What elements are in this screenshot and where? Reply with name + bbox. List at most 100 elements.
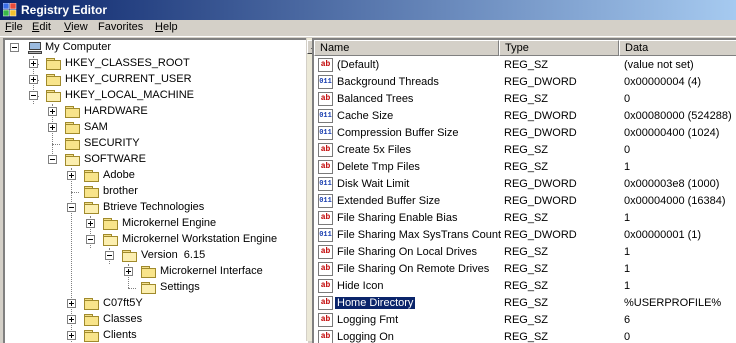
value-data: 1 xyxy=(624,161,631,173)
expand-icon[interactable] xyxy=(67,315,76,324)
menu-file[interactable]: File xyxy=(5,21,23,33)
value-type: REG_SZ xyxy=(504,263,549,275)
tree-item-sam[interactable]: SAM xyxy=(5,120,305,136)
expand-icon[interactable] xyxy=(86,219,95,228)
string-value-icon: ab xyxy=(318,143,333,157)
string-value-icon: ab xyxy=(318,245,333,259)
column-header-data[interactable]: Data xyxy=(619,40,736,56)
value-row[interactable]: ab Delete Tmp Files REG_SZ 1 xyxy=(314,159,736,176)
value-type: REG_SZ xyxy=(504,144,549,156)
value-row[interactable]: ab Logging Fmt REG_SZ 6 xyxy=(314,312,736,329)
value-data: 1 xyxy=(624,246,631,258)
column-header-name[interactable]: Name xyxy=(314,40,499,56)
tree-item-label: Microkernel Workstation Engine xyxy=(122,233,278,245)
tree-item-hardware[interactable]: HARDWARE xyxy=(5,104,305,120)
tree-item-adobe[interactable]: Adobe xyxy=(5,168,305,184)
value-name: File Sharing Max SysTrans Count xyxy=(337,229,502,241)
collapse-icon[interactable] xyxy=(86,235,95,244)
value-type: REG_SZ xyxy=(504,59,549,71)
title-bar[interactable]: Registry Editor xyxy=(0,0,736,20)
value-data: 1 xyxy=(624,280,631,292)
value-name: Cache Size xyxy=(337,110,394,122)
tree-item-c07ft5y[interactable]: C07ft5Y xyxy=(5,296,305,312)
value-row[interactable]: 011 Compression Buffer Size REG_DWORD 0x000… xyxy=(314,125,736,142)
collapse-icon[interactable] xyxy=(67,203,76,212)
tree-item-hkey-local-machine[interactable]: HKEY_LOCAL_MACHINE xyxy=(5,88,305,104)
expand-icon[interactable] xyxy=(29,59,38,68)
value-row[interactable]: ab File Sharing Enable Bias REG_SZ 1 xyxy=(314,210,736,227)
menu-favorites[interactable]: Favoritesvorites xyxy=(98,21,143,33)
tree-item-label: HARDWARE xyxy=(84,105,148,117)
value-type: REG_SZ xyxy=(504,297,549,309)
folder-icon xyxy=(84,314,100,326)
dword-value-icon: 011 xyxy=(318,109,333,123)
tree-item-label: Microkernel Interface xyxy=(160,265,263,277)
open-folder-icon xyxy=(141,282,157,294)
value-row[interactable]: ab File Sharing On Local Drives REG_SZ 1 xyxy=(314,244,736,261)
value-data: 1 xyxy=(624,263,631,275)
folder-icon xyxy=(141,266,157,278)
value-row[interactable]: ab Home Directory REG_SZ %USERPROFILE% xyxy=(314,295,736,312)
value-row[interactable]: ab File Sharing On Remote Drives REG_SZ 1 xyxy=(314,261,736,278)
tree-item-label: brother xyxy=(103,185,138,197)
tree-item-microkernel-workstation-engine[interactable]: Microkernel Workstation Engine xyxy=(5,232,305,248)
value-data: (value not set) xyxy=(624,59,694,71)
expand-icon[interactable] xyxy=(29,75,38,84)
expand-icon[interactable] xyxy=(48,123,57,132)
value-data: 0 xyxy=(624,93,631,105)
value-row[interactable]: ab (Default) REG_SZ (value not set) xyxy=(314,57,736,74)
value-row[interactable]: 011 Extended Buffer Size REG_DWORD 0x000040… xyxy=(314,193,736,210)
expand-icon[interactable] xyxy=(67,331,76,340)
tree-item-hkey-classes-root[interactable]: HKEY_CLASSES_ROOT xyxy=(5,56,305,72)
value-row[interactable]: 011 Disk Wait Limit REG_DWORD 0x000003e8 (1… xyxy=(314,176,736,193)
value-data: %USERPROFILE% xyxy=(624,297,722,309)
tree-item-software[interactable]: SOFTWARE xyxy=(5,152,305,168)
tree-item-settings[interactable]: Settings xyxy=(5,280,305,296)
string-value-icon: ab xyxy=(318,160,333,174)
dword-value-icon: 011 xyxy=(318,126,333,140)
tree-item-security[interactable]: SECURITY xyxy=(5,136,305,152)
value-row[interactable]: ab Balanced Trees REG_SZ 0 xyxy=(314,91,736,108)
value-row[interactable]: 011 File Sharing Max SysTrans Count REG_DW… xyxy=(314,227,736,244)
tree-item-label: Classes xyxy=(103,313,143,325)
collapse-icon[interactable] xyxy=(105,251,114,260)
value-row[interactable]: ab Create 5x Files REG_SZ 0 xyxy=(314,142,736,159)
tree-item-label: HKEY_CURRENT_USER xyxy=(65,73,192,85)
window-title: Registry Editor xyxy=(21,3,108,17)
tree-item-brother[interactable]: brother xyxy=(5,184,305,200)
menu-help[interactable]: Help xyxy=(155,21,178,33)
value-type: REG_DWORD xyxy=(504,127,577,139)
value-row[interactable]: ab Hide Icon REG_SZ 1 xyxy=(314,278,736,295)
expand-icon[interactable] xyxy=(67,171,76,180)
folder-icon xyxy=(46,58,62,70)
expand-icon[interactable] xyxy=(124,267,133,276)
tree-item-version-6-15[interactable]: Version 6.15 xyxy=(5,248,305,264)
value-data: 0 xyxy=(624,331,631,343)
value-row[interactable]: 011 Background Threads REG_DWORD 0x00000004… xyxy=(314,74,736,91)
collapse-icon[interactable] xyxy=(29,91,38,100)
expand-icon[interactable] xyxy=(48,107,57,116)
value-name: Compression Buffer Size xyxy=(337,127,459,139)
tree-item-hkey-current-user[interactable]: HKEY_CURRENT_USER xyxy=(5,72,305,88)
value-name: Hide Icon xyxy=(337,280,384,292)
column-header-type[interactable]: Type xyxy=(499,40,619,56)
tree-item-btrieve-technologies[interactable]: Btrieve Technologies xyxy=(5,200,305,216)
tree-item-label: SAM xyxy=(84,121,108,133)
value-type: REG_DWORD xyxy=(504,195,577,207)
tree-item-microkernel-engine[interactable]: Microkernel Engine xyxy=(5,216,305,232)
expand-icon[interactable] xyxy=(67,299,76,308)
collapse-icon[interactable] xyxy=(10,43,19,52)
tree-item-my-computer[interactable]: My Computer xyxy=(5,40,305,56)
string-value-icon: ab xyxy=(318,313,333,327)
menu-view[interactable]: View xyxy=(64,21,88,33)
collapse-icon[interactable] xyxy=(48,155,57,164)
key-tree[interactable]: My Computer HKEY_CLASSES_ROOT HKEY_CURRE… xyxy=(3,38,308,343)
open-folder-icon xyxy=(103,234,119,246)
value-row[interactable]: 011 Cache Size REG_DWORD 0x00080000 (524288… xyxy=(314,108,736,125)
tree-item-microkernel-interface[interactable]: Microkernel Interface xyxy=(5,264,305,280)
value-data: 0x000003e8 (1000) xyxy=(624,178,720,190)
value-name: Extended Buffer Size xyxy=(337,195,441,207)
tree-item-classes[interactable]: Classes xyxy=(5,312,305,328)
menu-edit[interactable]: Edit xyxy=(32,21,51,33)
value-list[interactable]: Name Type Data ab (Default) REG_SZ (value n… xyxy=(312,38,736,343)
